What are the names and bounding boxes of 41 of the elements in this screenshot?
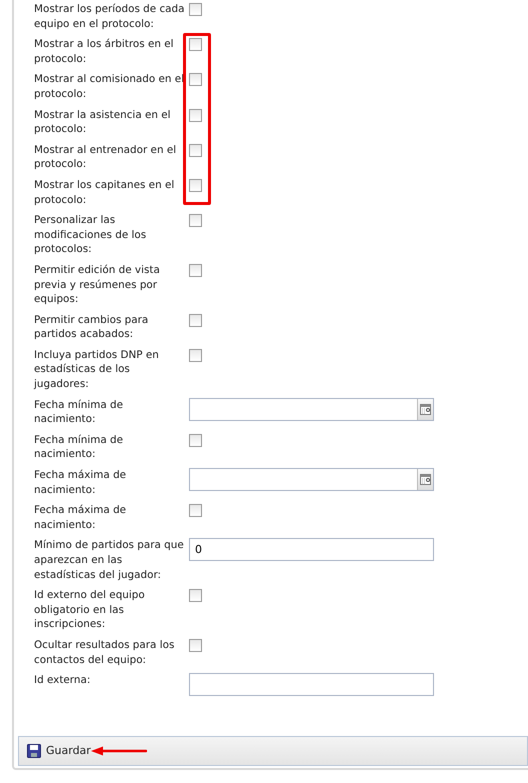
checkbox[interactable] bbox=[189, 504, 202, 518]
checkbox[interactable] bbox=[189, 73, 202, 86]
calendar-button[interactable] bbox=[417, 469, 433, 490]
checkbox[interactable] bbox=[189, 264, 202, 277]
field-label: Ocultar resultados para los contactos del equipo: bbox=[34, 638, 176, 668]
field-label: Mínimo de partidos para que aparezcan en las estadísticas del jugador: bbox=[34, 538, 185, 582]
text-field[interactable]: 0 bbox=[189, 538, 434, 562]
field-label: Fecha mínima de nacimiento: bbox=[34, 398, 124, 427]
save-button[interactable]: Guardar bbox=[27, 742, 91, 760]
field-label: Personalizar las modificaciones de los protocolos: bbox=[34, 213, 148, 257]
field-label: Fecha máxima de nacimiento: bbox=[34, 468, 128, 498]
checkbox[interactable] bbox=[189, 589, 202, 602]
checkbox[interactable] bbox=[189, 434, 202, 447]
calendar-icon bbox=[420, 474, 431, 486]
field-label: Permitir edición de vista previa y resúmenes por equipos: bbox=[34, 262, 161, 307]
checkbox[interactable] bbox=[189, 3, 202, 16]
checkbox[interactable] bbox=[189, 214, 202, 228]
checkbox[interactable] bbox=[189, 348, 202, 362]
date-field[interactable] bbox=[189, 468, 434, 492]
field-label: Incluya partidos DNP en estadísticas de los jugadores: bbox=[34, 348, 160, 392]
field-label: Id externo del equipo obligatorio en las inscripciones: bbox=[34, 588, 146, 632]
date-field[interactable] bbox=[189, 398, 434, 421]
text-field[interactable] bbox=[189, 673, 434, 696]
field-label: Mostrar al comisionado en el protocolo: bbox=[34, 72, 185, 102]
checkbox[interactable] bbox=[189, 178, 202, 192]
calendar-icon bbox=[420, 404, 431, 415]
field-label: Fecha máxima de nacimiento: bbox=[34, 503, 128, 532]
checkbox[interactable] bbox=[189, 638, 202, 652]
field-label: Mostrar los períodos de cada equipo en el protocolo: bbox=[34, 2, 185, 32]
checkbox[interactable] bbox=[189, 314, 202, 327]
field-label: Id externa: bbox=[34, 673, 92, 688]
checkbox[interactable] bbox=[189, 144, 202, 157]
checkbox[interactable] bbox=[189, 108, 202, 122]
field-label: Mostrar a los árbitros en el protocolo: bbox=[34, 37, 175, 66]
field-label: Permitir cambios para partidos acabados: bbox=[34, 312, 150, 342]
field-label: Fecha mínima de nacimiento: bbox=[34, 432, 124, 462]
field-label: Mostrar al entrenador en el protocolo: bbox=[34, 142, 178, 172]
checkbox[interactable] bbox=[189, 38, 202, 52]
field-label: Mostrar los capitanes en el protocolo: bbox=[34, 178, 176, 208]
field-label: Mostrar la asistencia en el protocolo: bbox=[34, 108, 172, 137]
calendar-button[interactable] bbox=[417, 398, 433, 420]
